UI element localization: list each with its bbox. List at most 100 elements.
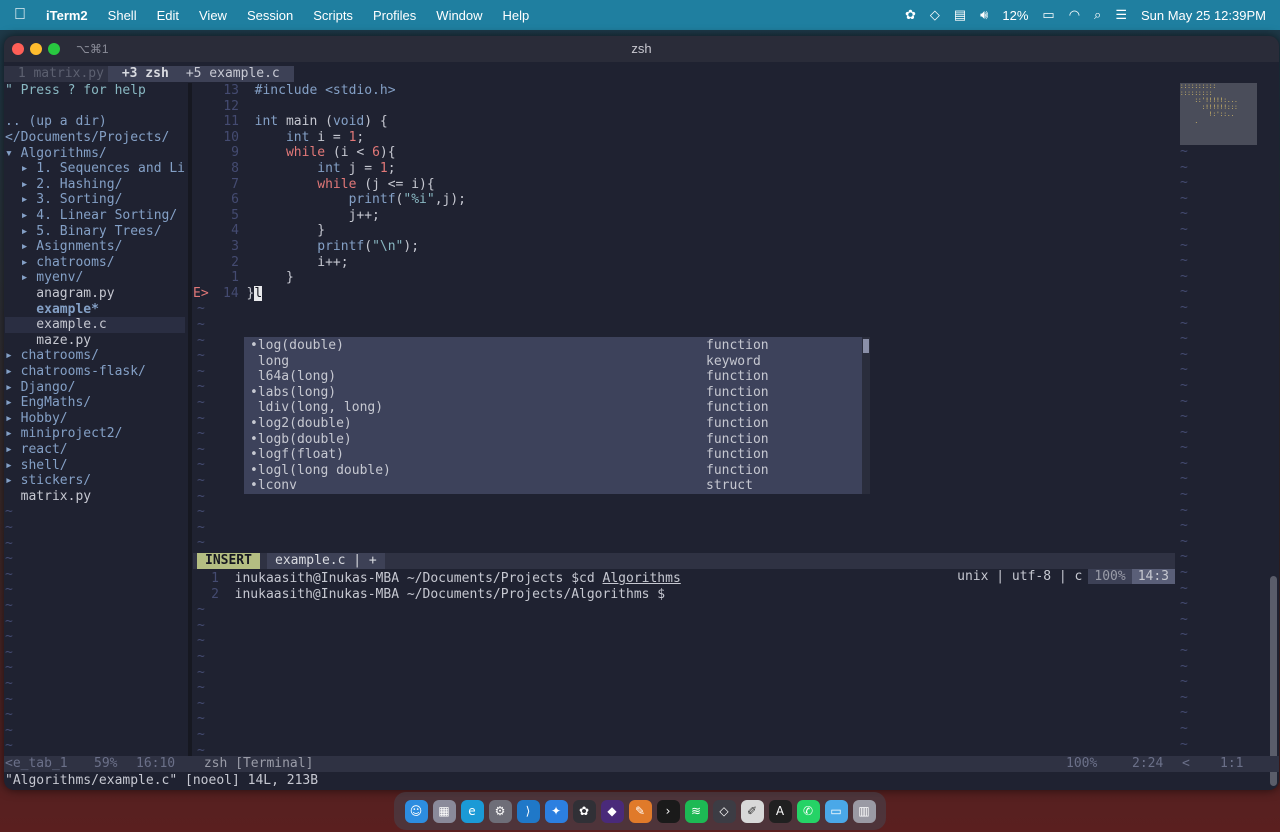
menu-view[interactable]: View	[199, 8, 227, 23]
menu-session[interactable]: Session	[247, 8, 293, 23]
battery-icon[interactable]: ▭	[1042, 7, 1054, 23]
trash-icon[interactable]: ▥	[852, 799, 876, 823]
editor-empty-line: ~	[197, 441, 205, 457]
control-center-icon[interactable]: ☰	[1115, 7, 1127, 23]
wifi-icon[interactable]: ◠	[1069, 7, 1080, 23]
terminal-pane[interactable]: 1 inukaasith@Inukas-MBA ~/Documents/Proj…	[193, 571, 1173, 758]
terminal-line[interactable]: 1 inukaasith@Inukas-MBA ~/Documents/Proj…	[193, 571, 681, 587]
apple-icon[interactable]: 	[14, 6, 26, 24]
code-line[interactable]: 3 printf("\n");	[193, 239, 419, 255]
code-line[interactable]: 5 j++;	[193, 208, 380, 224]
completion-item[interactable]: l64a(long) function	[244, 369, 862, 385]
tab-matrix-py[interactable]: 1 matrix.py	[4, 66, 118, 82]
completion-item[interactable]: ldiv(long, long) function	[244, 400, 862, 416]
settings-icon[interactable]: ⚙	[488, 799, 512, 823]
chatgpt-menu-icon[interactable]: ✿	[905, 7, 916, 23]
vertical-split-divider[interactable]	[188, 83, 192, 761]
menu-help[interactable]: Help	[503, 8, 530, 23]
tree-item[interactable]: ▸ react/	[5, 442, 68, 458]
tree-item[interactable]: ▸ Asignments/	[5, 239, 123, 255]
tree-item[interactable]: ▸ myenv/	[5, 270, 84, 286]
code-line[interactable]: 10 int i = 1;	[193, 130, 364, 146]
menu-clock[interactable]: Sun May 25 12:39PM	[1141, 8, 1266, 23]
tree-item[interactable]: anagram.py	[5, 286, 114, 302]
vim-command-line[interactable]: "Algorithms/example.c" [noeol] 14L, 213B	[5, 773, 318, 789]
tree-item[interactable]: ▸ chatrooms/	[5, 348, 99, 364]
spotify-icon[interactable]: ≋	[684, 799, 708, 823]
code-line[interactable]: 8 int j = 1;	[193, 161, 395, 177]
tree-item[interactable]: ▸ Django/	[5, 380, 75, 396]
completion-item[interactable]: •lconv struct	[244, 478, 862, 494]
whatsapp-icon[interactable]: ✆	[796, 799, 820, 823]
tree-up-dir[interactable]: .. (up a dir)	[5, 114, 107, 130]
terminal-icon[interactable]: ›	[656, 799, 680, 823]
terminal-empty-line: ~	[197, 695, 205, 711]
window-scrollbar[interactable]	[1270, 576, 1277, 786]
menu-edit[interactable]: Edit	[157, 8, 179, 23]
tree-item[interactable]: ▸ chatrooms-flask/	[5, 364, 146, 380]
code-line[interactable]: 2 i++;	[193, 255, 348, 271]
completion-item[interactable]: •logl(long double) function	[244, 463, 862, 479]
completion-item[interactable]: •log(double) function	[244, 338, 862, 354]
tree-item[interactable]: ▸ chatrooms/	[5, 255, 115, 271]
tree-item[interactable]: matrix.py	[5, 489, 91, 505]
completion-scrollbar[interactable]	[862, 337, 870, 494]
battery-percent[interactable]: 12%	[1002, 8, 1028, 23]
pages-icon[interactable]: ✎	[628, 799, 652, 823]
current-code-line[interactable]: E> 14 }l	[193, 285, 263, 302]
volume-icon[interactable]: 🔊︎	[980, 7, 988, 23]
chatgpt-icon[interactable]: ✿	[572, 799, 596, 823]
edge-icon[interactable]: e	[460, 799, 484, 823]
code-line[interactable]: 9 while (i < 6){	[193, 145, 395, 161]
dictionary-icon[interactable]: A	[768, 799, 792, 823]
tree-item[interactable]: maze.py	[5, 333, 91, 349]
tree-item[interactable]: ▸ shell/	[5, 458, 68, 474]
code-line[interactable]: 1 }	[193, 270, 294, 286]
tree-item[interactable]: ▸ miniproject2/	[5, 426, 122, 442]
menu-shell[interactable]: Shell	[108, 8, 137, 23]
menu-window[interactable]: Window	[436, 8, 482, 23]
tree-item[interactable]: ▸ Hobby/	[5, 411, 68, 427]
folder-icon[interactable]: ▭	[824, 799, 848, 823]
tree-root[interactable]: </Documents/Projects/	[5, 130, 169, 146]
menu-scripts[interactable]: Scripts	[313, 8, 353, 23]
notes-icon[interactable]: ◇	[712, 799, 736, 823]
tab-example-c[interactable]: +5 example.c	[172, 66, 294, 82]
tree-item[interactable]: ▸ 3. Sorting/	[5, 192, 123, 208]
launchpad-icon[interactable]: ▦	[432, 799, 456, 823]
tree-item[interactable]: ▸ 5. Binary Trees/	[5, 224, 162, 240]
code-line[interactable]: 6 printf("%i",j);	[193, 192, 466, 208]
diamond-menu-icon[interactable]: ◇	[930, 7, 940, 23]
tree-item[interactable]: ▾ Algorithms/	[5, 146, 107, 162]
code-line[interactable]: 7 while (j <= i){	[193, 177, 435, 193]
tree-item[interactable]: example*	[5, 302, 99, 318]
completion-popup[interactable]: •log(double) function long keyword l64a(lo…	[244, 337, 870, 494]
tree-item[interactable]: ▸ 4. Linear Sorting/	[5, 208, 178, 224]
tree-item[interactable]: ▸ 2. Hashing/	[5, 177, 123, 193]
code-line[interactable]: 13 #include <stdio.h>	[193, 83, 395, 99]
code-line[interactable]: 11 int main (void) {	[193, 114, 387, 130]
keyboard-menu-icon[interactable]: ▤	[954, 7, 966, 23]
menu-profiles[interactable]: Profiles	[373, 8, 416, 23]
safari-icon[interactable]: ✦	[544, 799, 568, 823]
code-line[interactable]: 4 }	[193, 223, 325, 239]
finder-icon[interactable]: ☺	[404, 799, 428, 823]
tree-item[interactable]: ▸ 1. Sequences and Li	[5, 161, 185, 177]
completion-item[interactable]: •labs(long) function	[244, 385, 862, 401]
tree-item[interactable]: ▸ stickers/	[5, 473, 91, 489]
obsidian-icon[interactable]: ◆	[600, 799, 624, 823]
completion-item[interactable]: long keyword	[244, 354, 862, 370]
vscode-icon[interactable]: ⟩	[516, 799, 540, 823]
terminal-line[interactable]: 2 inukaasith@Inukas-MBA ~/Documents/Proj…	[193, 587, 665, 603]
tree-item[interactable]: ▸ EngMaths/	[5, 395, 91, 411]
textedit-icon[interactable]: ✐	[740, 799, 764, 823]
menu-app-name[interactable]: iTerm2	[46, 8, 88, 23]
tree-item[interactable]: example.c	[5, 317, 185, 333]
completion-item[interactable]: •logb(double) function	[244, 432, 862, 448]
spotlight-search-icon[interactable]: ⌕	[1094, 7, 1101, 23]
completion-scroll-thumb[interactable]	[863, 339, 869, 353]
code-line[interactable]: 12	[193, 99, 255, 115]
completion-item[interactable]: •logf(float) function	[244, 447, 862, 463]
minimap[interactable]: :::::::::: ::::::::: ::'!!!!!:... :!!!!!…	[1180, 83, 1257, 145]
completion-item[interactable]: •log2(double) function	[244, 416, 862, 432]
